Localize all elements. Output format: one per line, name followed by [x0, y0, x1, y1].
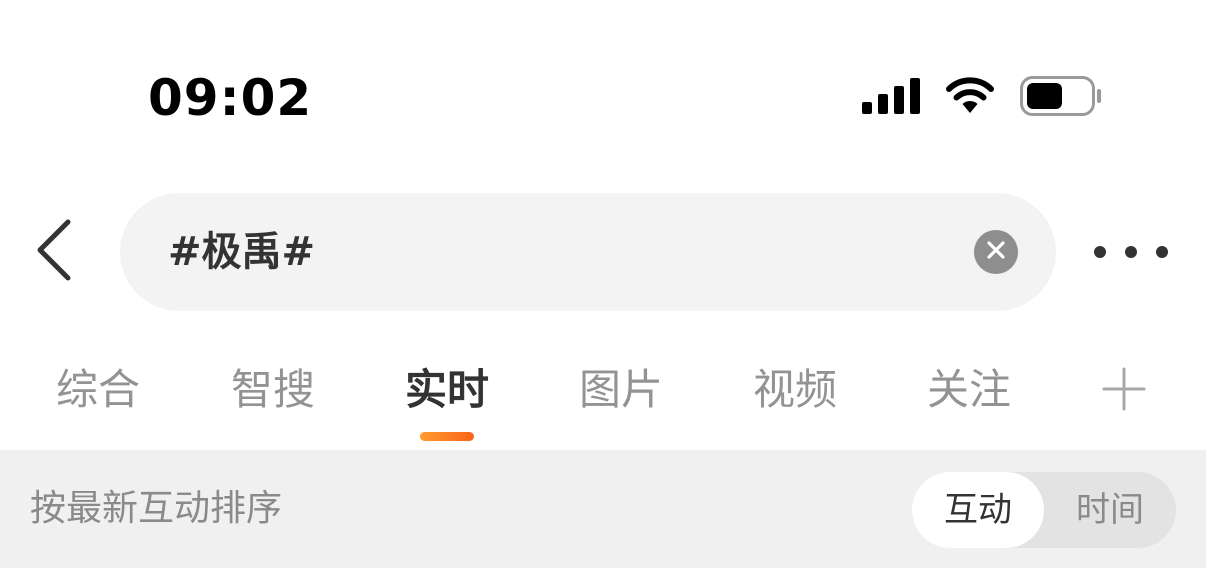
tab-images[interactable]: 图片 [561, 360, 681, 420]
clear-search-button[interactable] [974, 230, 1018, 274]
add-tab-button[interactable] [1102, 367, 1146, 411]
wifi-icon [944, 77, 996, 119]
more-dot [1156, 246, 1168, 258]
status-time: 09:02 [148, 69, 313, 127]
cellular-signal-icon [862, 78, 920, 118]
search-box[interactable]: #极禹# [120, 193, 1056, 311]
sort-toggle: 互动 时间 [912, 472, 1176, 548]
tab-realtime[interactable]: 实时 [387, 360, 507, 420]
sort-option-interaction[interactable]: 互动 [912, 472, 1044, 548]
clear-icon [986, 240, 1006, 264]
more-dots-icon [1094, 246, 1106, 258]
sort-bar: 按最新互动排序 互动 时间 [0, 450, 1206, 568]
sort-option-time[interactable]: 时间 [1044, 472, 1176, 548]
back-button[interactable] [24, 216, 84, 288]
more-button[interactable] [1094, 228, 1168, 276]
screen: 09:02 #极禹# 综合 智搜 实时 图片 视频 关注 按最新互动排序 互动 … [0, 0, 1206, 568]
active-tab-indicator [420, 432, 474, 441]
chevron-left-icon [34, 219, 74, 285]
tab-bar: 综合 智搜 实时 图片 视频 关注 [0, 350, 1206, 450]
status-icons [862, 76, 1102, 120]
sort-label: 按最新互动排序 [30, 488, 283, 529]
tab-smart-search[interactable]: 智搜 [213, 360, 333, 420]
plus-icon [1102, 367, 1146, 415]
more-dot [1125, 246, 1137, 258]
tab-comprehensive[interactable]: 综合 [38, 360, 158, 420]
battery-icon [1020, 76, 1102, 120]
search-input[interactable]: #极禹# [168, 193, 315, 311]
tab-videos[interactable]: 视频 [735, 360, 855, 420]
tab-following[interactable]: 关注 [909, 360, 1029, 420]
